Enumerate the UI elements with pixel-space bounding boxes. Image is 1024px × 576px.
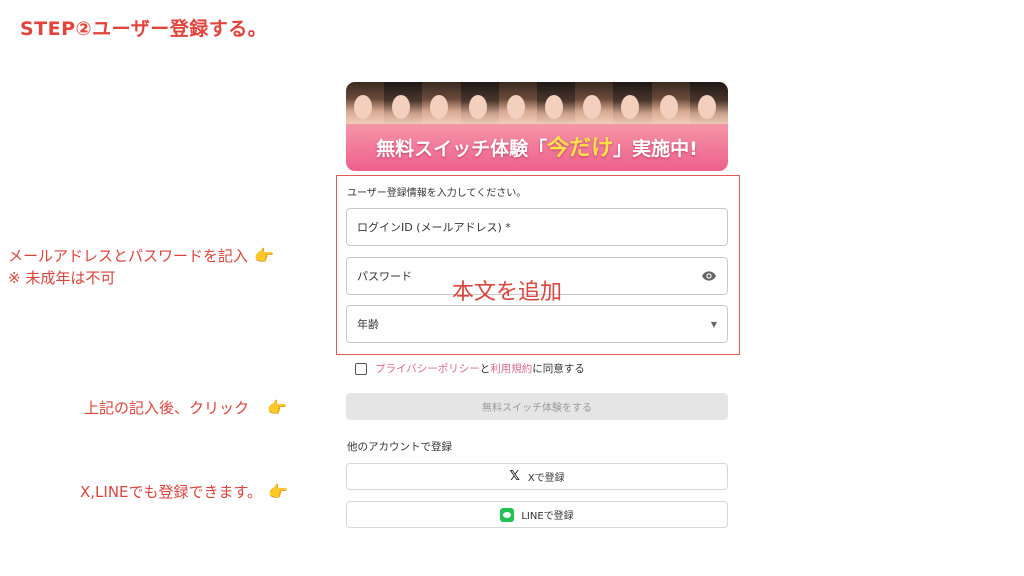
portrait-image <box>384 82 423 124</box>
register-with-x-label: Xで登録 <box>527 473 565 484</box>
register-with-x-button[interactable]: 𝕏 Xで登録 <box>346 463 728 490</box>
note-click: 上記の記入後、クリック 👉 <box>84 397 287 418</box>
consent-and-text: と <box>479 363 491 375</box>
portrait-image <box>498 82 538 124</box>
pointing-hand-icon: 👉 <box>254 246 274 265</box>
portrait-image <box>422 82 461 124</box>
age-select[interactable]: 年齢 ▼ <box>346 305 728 343</box>
banner-text-start: 無料スイッチ体験「 <box>376 138 548 160</box>
promo-banner: 無料スイッチ体験「今だけ」実施中! <box>346 82 728 171</box>
pointing-hand-icon: 👉 <box>268 482 288 501</box>
eye-icon[interactable] <box>701 268 717 284</box>
consent-suffix: に同意する <box>532 363 585 375</box>
terms-link[interactable]: 利用規約 <box>490 361 532 376</box>
register-with-line-label: LINEで登録 <box>521 511 574 522</box>
note-credentials-text: メールアドレスとパスワードを記入 <box>8 247 249 265</box>
register-with-line-button[interactable]: LINEで登録 <box>346 501 728 528</box>
privacy-policy-link[interactable]: プライバシーポリシー <box>375 361 480 376</box>
form-caption: ユーザー登録情報を入力してください。 <box>347 188 527 199</box>
submit-button[interactable]: 無料スイッチ体験をする <box>346 393 728 420</box>
overlay-text: 本文を追加 <box>452 280 563 305</box>
password-placeholder: パスワード <box>357 270 412 283</box>
portrait-image <box>689 82 728 124</box>
x-logo-icon: 𝕏 <box>509 469 520 484</box>
banner-portraits <box>346 82 728 124</box>
age-placeholder: 年齢 <box>357 318 379 331</box>
note-credentials: メールアドレスとパスワードを記入 👉 ※ 未成年は不可 <box>8 245 274 289</box>
note-social: X,LINEでも登録できます。 👉 <box>80 481 288 502</box>
banner-text-highlight: 今だけ <box>547 136 614 161</box>
caret-down-icon: ▼ <box>710 319 717 329</box>
pointing-hand-icon: 👉 <box>267 398 287 417</box>
portrait-image <box>537 82 576 124</box>
login-id-placeholder: ログインID (メールアドレス) * <box>357 221 511 234</box>
other-accounts-label: 他のアカウントで登録 <box>347 441 452 453</box>
portrait-image <box>346 82 385 124</box>
banner-headline: 無料スイッチ体験「今だけ」実施中! <box>346 130 728 162</box>
portrait-image <box>575 82 614 124</box>
consent-checkbox[interactable] <box>355 362 367 375</box>
portrait-image <box>651 82 690 124</box>
note-minor-restriction: ※ 未成年は不可 <box>8 269 116 287</box>
consent-row: プライバシーポリシー と 利用規約 に同意する <box>355 361 585 376</box>
note-social-text: X,LINEでも登録できます。 <box>80 483 263 501</box>
note-click-text: 上記の記入後、クリック <box>84 399 250 417</box>
banner-text-end: 」実施中! <box>613 138 698 160</box>
step-title: STEP②ユーザー登録する。 <box>20 18 268 40</box>
login-id-field[interactable]: ログインID (メールアドレス) * <box>346 208 728 246</box>
portrait-image <box>613 82 652 124</box>
line-logo-icon <box>500 507 515 522</box>
portrait-image <box>460 82 499 124</box>
